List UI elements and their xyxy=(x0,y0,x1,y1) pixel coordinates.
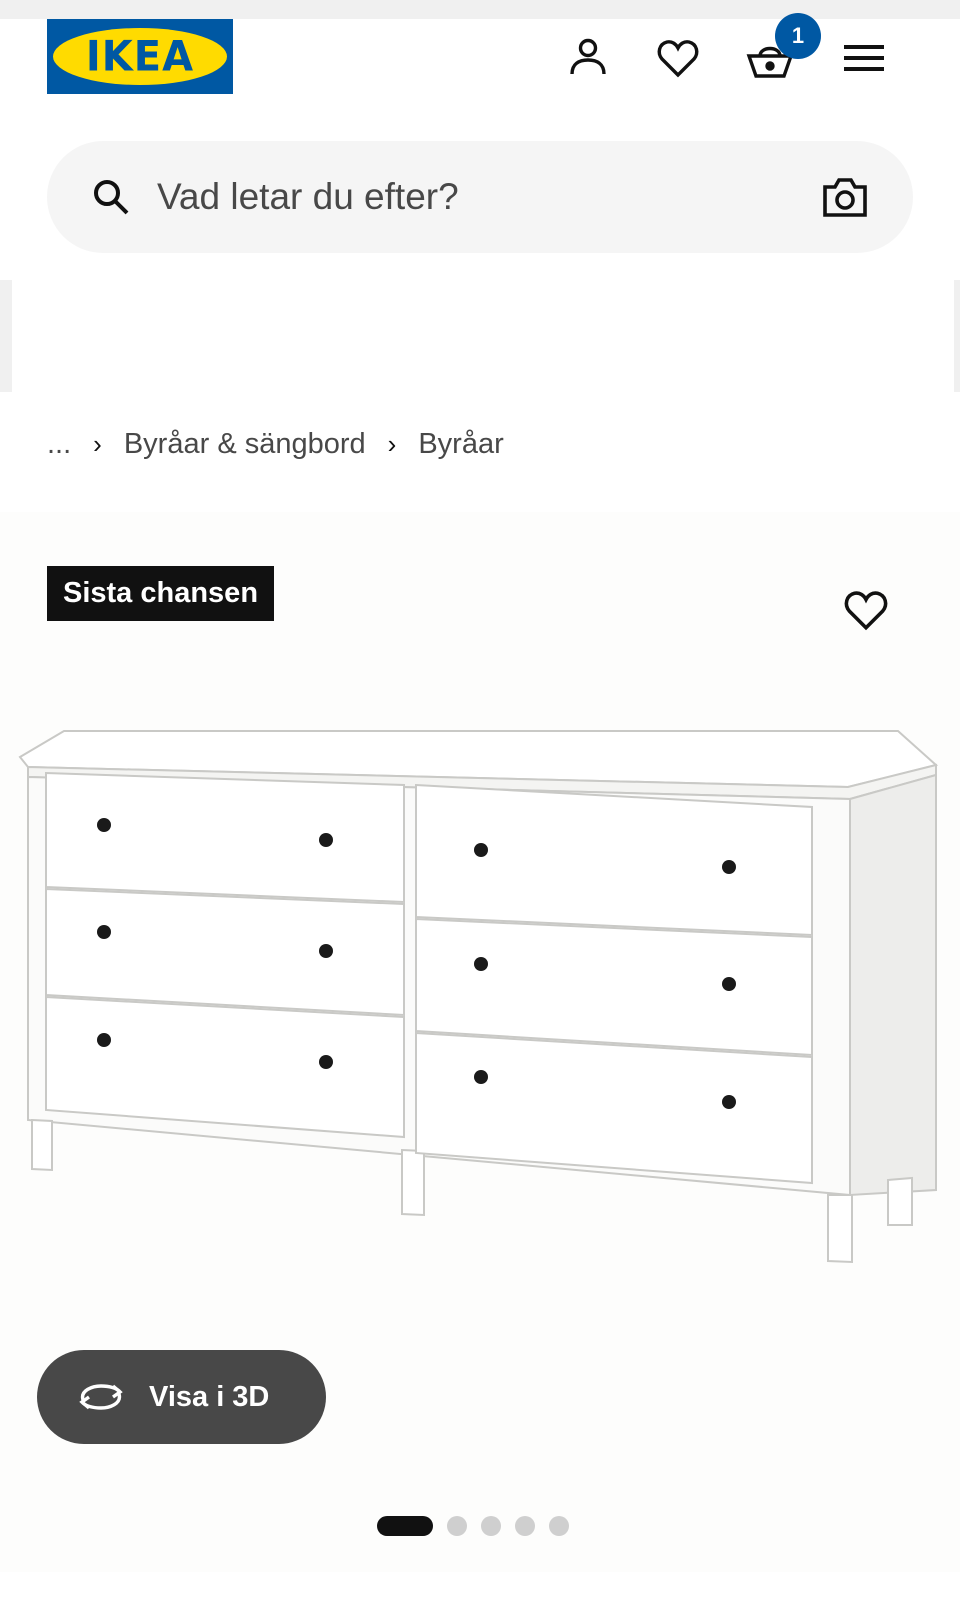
promo-edge-left xyxy=(0,280,12,392)
heart-icon[interactable] xyxy=(654,34,702,82)
ikea-logo[interactable]: IKEA xyxy=(47,19,233,94)
view-in-3d-button[interactable]: Visa i 3D xyxy=(37,1350,326,1444)
camera-icon[interactable] xyxy=(822,175,868,219)
favorite-heart-icon[interactable] xyxy=(843,588,891,636)
carousel-dot[interactable] xyxy=(549,1516,569,1536)
rotate-3d-icon xyxy=(79,1384,123,1410)
breadcrumb-item[interactable]: Byråar xyxy=(418,428,503,461)
chevron-right-icon: › xyxy=(387,428,397,459)
search-input[interactable] xyxy=(157,167,757,227)
breadcrumb-item[interactable]: Byråar & sängbord xyxy=(124,428,366,461)
search-icon xyxy=(94,180,129,215)
view-in-3d-label: Visa i 3D xyxy=(149,1380,270,1413)
carousel-dot[interactable] xyxy=(481,1516,501,1536)
promo-area xyxy=(0,280,960,392)
promo-edge-right xyxy=(954,280,960,392)
account-icon[interactable] xyxy=(564,33,612,81)
logo-text: IKEA xyxy=(85,32,195,81)
status-strip xyxy=(0,0,960,19)
breadcrumb-more[interactable]: ... xyxy=(47,428,71,461)
menu-icon[interactable] xyxy=(840,34,888,82)
last-chance-badge: Sista chansen xyxy=(47,566,275,621)
dresser-image xyxy=(18,730,939,1264)
carousel-dot[interactable] xyxy=(515,1516,535,1536)
cart-count-badge: 1 xyxy=(775,13,821,59)
carousel-dot[interactable] xyxy=(447,1516,467,1536)
chevron-right-icon: › xyxy=(93,428,102,459)
carousel-indicator xyxy=(377,1516,569,1536)
logo-oval: IKEA xyxy=(53,28,227,85)
search-bar[interactable] xyxy=(47,141,913,253)
carousel-dot-active[interactable] xyxy=(377,1516,433,1536)
breadcrumb: ... › Byråar & sängbord › Byråar xyxy=(47,424,504,464)
